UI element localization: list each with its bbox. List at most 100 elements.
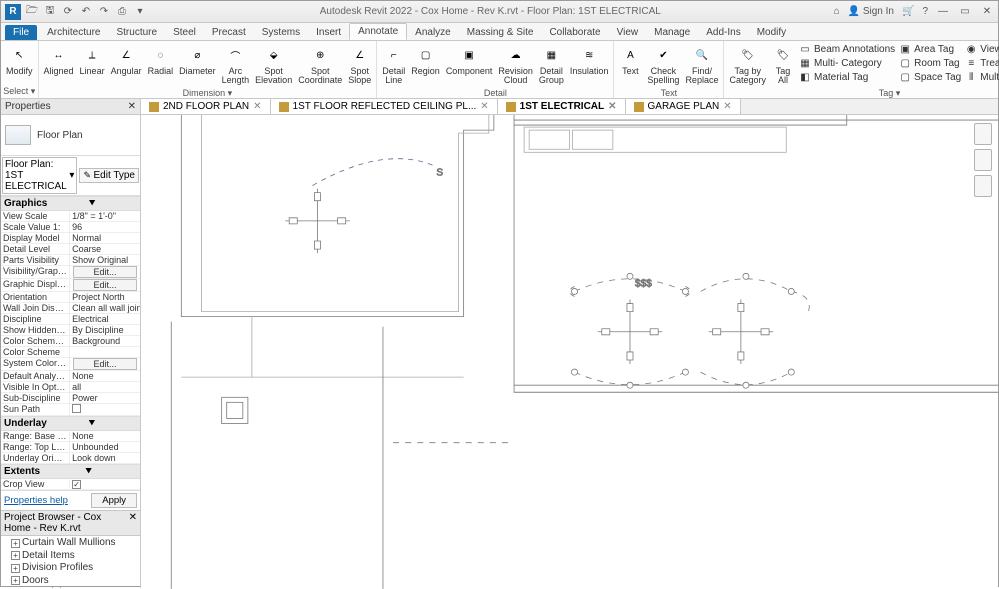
detail-1-button[interactable]: ▢Region — [408, 42, 443, 78]
home-icon[interactable]: ⌂ — [834, 6, 840, 17]
detail-2-button[interactable]: ▣Component — [443, 42, 496, 78]
tab-insert[interactable]: Insert — [308, 25, 349, 40]
open-icon[interactable]: 🗁 — [25, 5, 39, 19]
cat-Underlay[interactable]: Underlay⯆ — [1, 416, 140, 431]
room-tag-button[interactable]: ▢Room Tag — [899, 56, 961, 70]
prop-checkbox[interactable]: ✓ — [72, 480, 81, 489]
doc-tab-2[interactable]: 1ST ELECTRICAL✕ — [498, 99, 626, 114]
tree-node[interactable]: +Duct Fittings — [1, 587, 140, 588]
detail-0-button[interactable]: ⌐Detail Line — [379, 42, 408, 88]
cart-icon[interactable]: 🛒 — [902, 6, 914, 17]
doc-tab-3[interactable]: GARAGE PLAN✕ — [626, 99, 741, 114]
doc-tab-0[interactable]: 2ND FLOOR PLAN✕ — [141, 99, 271, 114]
dim-spot-button[interactable]: ⬙Spot Elevation — [252, 42, 295, 88]
prop-value[interactable]: Normal — [69, 233, 140, 243]
text-1-button[interactable]: ✔Check Spelling — [644, 42, 682, 88]
doc-close-icon[interactable]: ✕ — [723, 101, 731, 112]
project-browser-close-icon[interactable]: ✕ — [129, 512, 137, 534]
beam-annotations-button[interactable]: ▭Beam Annotations — [799, 42, 895, 56]
tab-file[interactable]: File — [5, 25, 37, 40]
detail-3-button[interactable]: ☁Revision Cloud — [495, 42, 536, 88]
print-icon[interactable]: ⎙ — [115, 5, 129, 19]
dim-arc-button[interactable]: ⌒Arc Length — [219, 42, 253, 88]
expand-icon[interactable]: + — [11, 564, 20, 573]
multi-category-button[interactable]: ▦Multi- Category — [799, 56, 895, 70]
prop-value[interactable]: Clean all wall joins — [69, 303, 140, 313]
nav-wheel-button[interactable] — [974, 123, 992, 145]
instance-selector[interactable]: Floor Plan: 1ST ELECTRICAL▾ — [2, 157, 77, 194]
prop-value[interactable]: By Discipline — [69, 325, 140, 335]
tread-number-button[interactable]: ≡Tread Number — [965, 56, 999, 70]
prop-edit-button[interactable]: Edit... — [73, 266, 137, 278]
tab-annotate[interactable]: Annotate — [349, 23, 407, 40]
expand-icon[interactable]: + — [11, 539, 20, 548]
text-2-button[interactable]: 🔍Find/ Replace — [682, 42, 721, 88]
sync-icon[interactable]: ⟳ — [61, 5, 75, 19]
save-icon[interactable]: 🖫 — [43, 5, 57, 19]
signin-link[interactable]: 👤 Sign In — [848, 6, 894, 17]
dim-linear-button[interactable]: ⟂Linear — [77, 42, 108, 78]
dim-aligned-button[interactable]: ↔Aligned — [41, 42, 77, 78]
tab-collaborate[interactable]: Collaborate — [541, 25, 608, 40]
doc-close-icon[interactable]: ✕ — [608, 101, 616, 112]
expand-icon[interactable]: + — [11, 576, 20, 585]
prop-value[interactable]: 96 — [69, 222, 140, 232]
undo-icon[interactable]: ↶ — [79, 5, 93, 19]
tab-architecture[interactable]: Architecture — [39, 25, 108, 40]
nav-home-button[interactable] — [974, 175, 992, 197]
dim-radial-button[interactable]: ◌Radial — [145, 42, 177, 78]
maximize-button[interactable]: ▭ — [958, 5, 972, 19]
prop-value[interactable]: Background — [69, 336, 140, 346]
prop-edit-button[interactable]: Edit... — [73, 279, 137, 291]
prop-value[interactable]: Look down — [69, 453, 140, 463]
dim-angular-button[interactable]: ∠Angular — [108, 42, 145, 78]
tab-manage[interactable]: Manage — [646, 25, 698, 40]
tree-node[interactable]: +Detail Items — [1, 550, 140, 563]
dim-spot-button[interactable]: ⊕Spot Coordinate — [295, 42, 345, 88]
apply-button[interactable]: Apply — [91, 493, 137, 508]
dropdown-icon[interactable]: ▾ — [133, 5, 147, 19]
prop-value[interactable]: 1/8" = 1'-0" — [69, 211, 140, 221]
modify-button[interactable]: ↖Modify — [3, 42, 36, 78]
project-browser-tree[interactable]: +Curtain Wall Mullions+Detail Items+Divi… — [1, 536, 140, 588]
multi-rebar-button[interactable]: ⦀Multi- Rebar ▾ — [965, 70, 999, 84]
prop-value[interactable]: Show Original — [69, 255, 140, 265]
dim-spot-button[interactable]: ∠Spot Slope — [345, 42, 374, 88]
edit-type-button[interactable]: ✎ Edit Type — [79, 168, 139, 183]
prop-value[interactable]: all — [69, 382, 140, 392]
tab-steel[interactable]: Steel — [165, 25, 204, 40]
expand-icon[interactable]: + — [11, 551, 20, 560]
material-tag-button[interactable]: ◧Material Tag — [799, 70, 895, 84]
properties-close-icon[interactable]: ✕ — [128, 101, 136, 112]
tag-big-0-button[interactable]: 🏷Tag by Category — [726, 42, 769, 88]
tab-view[interactable]: View — [609, 25, 647, 40]
view-reference-button[interactable]: ◉View Reference — [965, 42, 999, 56]
doc-close-icon[interactable]: ✕ — [253, 101, 261, 112]
redo-icon[interactable]: ↷ — [97, 5, 111, 19]
tree-node[interactable]: +Doors — [1, 575, 140, 588]
nav-cube-button[interactable] — [974, 149, 992, 171]
close-button[interactable]: ✕ — [980, 5, 994, 19]
prop-value[interactable]: None — [69, 431, 140, 441]
doc-tab-1[interactable]: 1ST FLOOR REFLECTED CEILING PL...✕ — [271, 99, 498, 114]
prop-value[interactable]: Electrical — [69, 314, 140, 324]
tree-node[interactable]: +Curtain Wall Mullions — [1, 537, 140, 550]
tab-analyze[interactable]: Analyze — [407, 25, 459, 40]
space-tag-button[interactable]: ▢Space Tag — [899, 70, 961, 84]
tab-systems[interactable]: Systems — [254, 25, 308, 40]
tab-structure[interactable]: Structure — [108, 25, 165, 40]
detail-4-button[interactable]: ▦Detail Group — [536, 42, 567, 88]
drawing-canvas[interactable]: S $$$ — [141, 115, 998, 588]
prop-value[interactable] — [69, 347, 140, 357]
dim-diameter-button[interactable]: ⌀Diameter — [176, 42, 219, 78]
prop-value[interactable]: None — [69, 371, 140, 381]
detail-5-button[interactable]: ≋Insulation — [567, 42, 612, 78]
tab-massing[interactable]: Massing & Site — [459, 25, 542, 40]
tab-precast[interactable]: Precast — [204, 25, 254, 40]
tab-modify[interactable]: Modify — [749, 25, 794, 40]
properties-help-link[interactable]: Properties help — [4, 495, 68, 506]
area-tag-button[interactable]: ▣Area Tag — [899, 42, 961, 56]
cat-Extents[interactable]: Extents⯆ — [1, 464, 140, 479]
doc-close-icon[interactable]: ✕ — [480, 101, 488, 112]
minimize-button[interactable]: — — [936, 5, 950, 19]
